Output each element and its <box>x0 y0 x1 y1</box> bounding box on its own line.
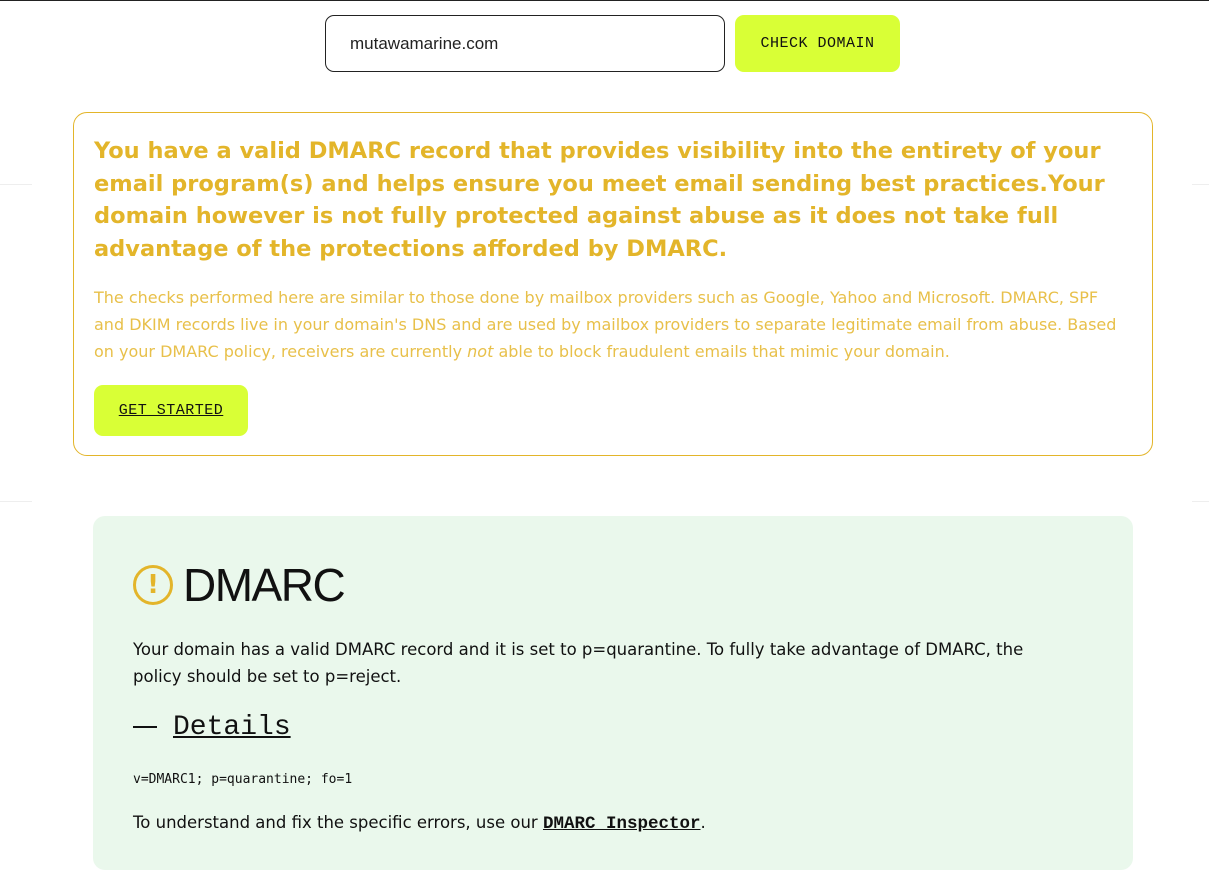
domain-search-form: CHECK DOMAIN <box>325 15 900 72</box>
alert-body: The checks performed here are similar to… <box>94 284 1132 365</box>
top-divider <box>0 0 1209 1</box>
alert-body-emphasis: not <box>467 342 494 361</box>
details-label: Details <box>173 711 291 743</box>
warning-icon: ! <box>133 565 173 605</box>
dmarc-title-row: ! DMARC <box>133 559 1093 611</box>
get-started-button[interactable]: GET STARTED <box>94 385 248 436</box>
inspector-line: To understand and fix the specific error… <box>133 813 1093 834</box>
result-alert-card: You have a valid DMARC record that provi… <box>73 112 1153 456</box>
dmarc-description: Your domain has a valid DMARC record and… <box>133 640 1024 686</box>
alert-body-text-end: able to block fraudulent emails that mim… <box>493 342 950 361</box>
check-domain-button[interactable]: CHECK DOMAIN <box>735 15 900 72</box>
inspector-prefix: To understand and fix the specific error… <box>133 813 543 832</box>
alert-headline: You have a valid DMARC record that provi… <box>94 138 1105 262</box>
inspector-suffix: . <box>700 813 706 832</box>
details-toggle[interactable]: Details <box>133 710 1093 744</box>
dmarc-record: v=DMARC1; p=quarantine; fo=1 <box>133 772 353 787</box>
dmarc-inspector-link[interactable]: DMARC Inspector <box>543 814 701 834</box>
collapse-dash-icon <box>133 726 157 728</box>
domain-input[interactable] <box>325 15 725 72</box>
right-divider-2 <box>1192 501 1209 502</box>
dmarc-result-card: ! DMARC Your domain has a valid DMARC re… <box>93 516 1133 870</box>
right-divider-1 <box>1192 184 1209 185</box>
left-divider-2 <box>0 501 32 502</box>
dmarc-title: DMARC <box>183 559 346 611</box>
left-divider-1 <box>0 184 32 185</box>
